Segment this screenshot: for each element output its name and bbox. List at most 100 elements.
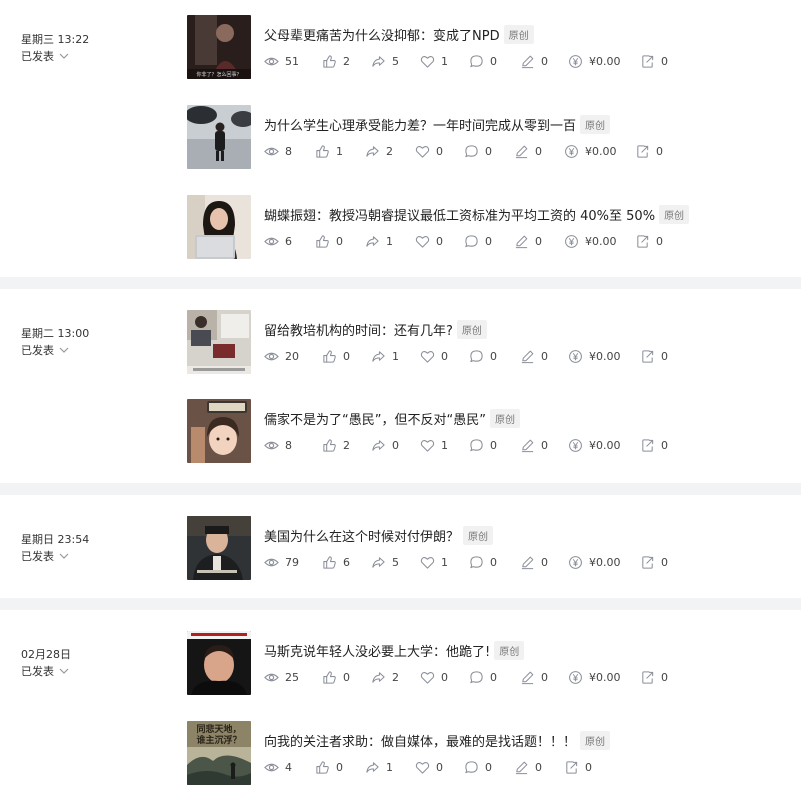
favorites-stat[interactable]: 0 [420, 349, 469, 364]
favorites-stat[interactable]: 1 [420, 438, 469, 453]
article-thumbnail[interactable] [187, 631, 251, 695]
edit-stat[interactable]: 0 [520, 438, 568, 453]
views-stat[interactable]: 79 [264, 555, 322, 570]
article-thumbnail[interactable] [187, 516, 251, 580]
article-title[interactable]: 蝴蝶振翅：教授冯朝睿提议最低工资标准为平均工资的 40%至 50% [264, 205, 655, 224]
shares-stat[interactable]: 0 [371, 438, 420, 453]
favorites-stat[interactable]: 0 [415, 760, 464, 775]
article-thumbnail[interactable] [187, 399, 251, 463]
edit-stat[interactable]: 0 [520, 349, 568, 364]
comment-icon [465, 761, 478, 774]
comments-stat[interactable]: 0 [464, 234, 514, 249]
likes-stat[interactable]: 0 [315, 760, 365, 775]
edit-stat[interactable]: 0 [514, 234, 564, 249]
favorites-stat[interactable]: 0 [415, 234, 464, 249]
shares-stat[interactable]: 1 [365, 760, 415, 775]
shares-count: 5 [392, 556, 399, 569]
comments-stat[interactable]: 0 [464, 760, 514, 775]
likes-stat[interactable]: 0 [315, 234, 365, 249]
publish-status-dropdown[interactable]: 已发表 [21, 342, 70, 358]
forward-count: 0 [661, 350, 668, 363]
article-thumbnail[interactable]: 同悲天地， 谁主沉浮？ [187, 721, 251, 785]
favorites-count: 0 [436, 761, 443, 774]
thumbnail-caption-line: 谁主沉浮？ [196, 734, 241, 746]
forward-stat[interactable]: 0 [640, 670, 668, 685]
views-stat[interactable]: 6 [264, 234, 315, 249]
forward-stat[interactable]: 0 [635, 144, 663, 159]
views-count: 8 [285, 439, 292, 452]
likes-stat[interactable]: 2 [322, 54, 371, 69]
comments-stat[interactable]: 0 [469, 438, 520, 453]
views-stat[interactable]: 8 [264, 438, 322, 453]
forward-icon [637, 235, 649, 248]
forward-stat[interactable]: 0 [640, 349, 668, 364]
likes-stat[interactable]: 1 [315, 144, 365, 159]
likes-stat[interactable]: 0 [322, 349, 371, 364]
comments-stat[interactable]: 0 [464, 144, 514, 159]
publish-status-dropdown[interactable]: 已发表 [21, 663, 70, 679]
views-count: 79 [285, 556, 299, 569]
comments-stat[interactable]: 0 [469, 54, 520, 69]
edit-count: 0 [535, 235, 542, 248]
publish-status-dropdown[interactable]: 已发表 [21, 548, 70, 564]
favorites-stat[interactable]: 1 [420, 555, 469, 570]
article-title[interactable]: 父母辈更痛苦为什么没抑郁：变成了NPD [264, 25, 500, 44]
earnings-stat[interactable]: ¥0.00 [568, 438, 640, 453]
likes-stat[interactable]: 6 [322, 555, 371, 570]
favorites-stat[interactable]: 0 [415, 144, 464, 159]
group-separator [0, 277, 801, 289]
forward-stat[interactable]: 0 [640, 438, 668, 453]
edit-stat[interactable]: 0 [520, 555, 568, 570]
edit-stat[interactable]: 0 [514, 144, 564, 159]
earnings-stat[interactable]: ¥0.00 [568, 349, 640, 364]
article-title[interactable]: 美国为什么在这个时候对付伊朗？ [264, 526, 459, 545]
forward-stat[interactable]: 0 [564, 760, 592, 775]
earnings-stat[interactable]: ¥0.00 [568, 54, 640, 69]
publish-status-dropdown[interactable]: 已发表 [21, 48, 70, 64]
chevron-down-icon [59, 668, 69, 674]
article-thumbnail[interactable] [187, 105, 251, 169]
views-stat[interactable]: 20 [264, 349, 322, 364]
likes-stat[interactable]: 0 [322, 670, 371, 685]
views-stat[interactable]: 51 [264, 54, 322, 69]
forward-icon [642, 556, 654, 569]
views-stat[interactable]: 25 [264, 670, 322, 685]
favorites-stat[interactable]: 0 [420, 670, 469, 685]
shares-stat[interactable]: 1 [365, 234, 415, 249]
comments-count: 0 [490, 350, 497, 363]
article-title[interactable]: 向我的关注者求助：做自媒体，最难的是找话题！！！ [264, 731, 576, 750]
thumbs-up-icon [323, 55, 336, 68]
heart-icon [420, 351, 435, 363]
edit-stat[interactable]: 0 [514, 760, 564, 775]
earnings-stat[interactable]: ¥0.00 [564, 144, 635, 159]
views-stat[interactable]: 8 [264, 144, 315, 159]
shares-stat[interactable]: 1 [371, 349, 420, 364]
heart-icon [420, 440, 435, 452]
article-title[interactable]: 儒家不是为了“愚民”，但不反对“愚民” [264, 409, 486, 428]
forward-icon [642, 439, 654, 452]
forward-stat[interactable]: 0 [635, 234, 663, 249]
likes-stat[interactable]: 2 [322, 438, 371, 453]
edit-stat[interactable]: 0 [520, 54, 568, 69]
article-title[interactable]: 留给教培机构的时间：还有几年? [264, 320, 453, 339]
shares-stat[interactable]: 2 [365, 144, 415, 159]
article-thumbnail[interactable]: 你非了？怎么回事？ [187, 15, 251, 79]
favorites-stat[interactable]: 1 [420, 54, 469, 69]
comments-stat[interactable]: 0 [469, 670, 520, 685]
forward-stat[interactable]: 0 [640, 54, 668, 69]
shares-stat[interactable]: 2 [371, 670, 420, 685]
shares-stat[interactable]: 5 [371, 555, 420, 570]
earnings-stat[interactable]: ¥0.00 [564, 234, 635, 249]
earnings-stat[interactable]: ¥0.00 [568, 555, 640, 570]
forward-stat[interactable]: 0 [640, 555, 668, 570]
article-thumbnail[interactable] [187, 310, 251, 374]
earnings-stat[interactable]: ¥0.00 [568, 670, 640, 685]
views-stat[interactable]: 4 [264, 760, 315, 775]
article-title[interactable]: 马斯克说年轻人没必要上大学：他跪了! [264, 641, 490, 660]
article-title[interactable]: 为什么学生心理承受能力差？一年时间完成从零到一百 [264, 115, 576, 134]
edit-stat[interactable]: 0 [520, 670, 568, 685]
article-thumbnail[interactable] [187, 195, 251, 259]
comments-stat[interactable]: 0 [469, 555, 520, 570]
comments-stat[interactable]: 0 [469, 349, 520, 364]
shares-stat[interactable]: 5 [371, 54, 420, 69]
